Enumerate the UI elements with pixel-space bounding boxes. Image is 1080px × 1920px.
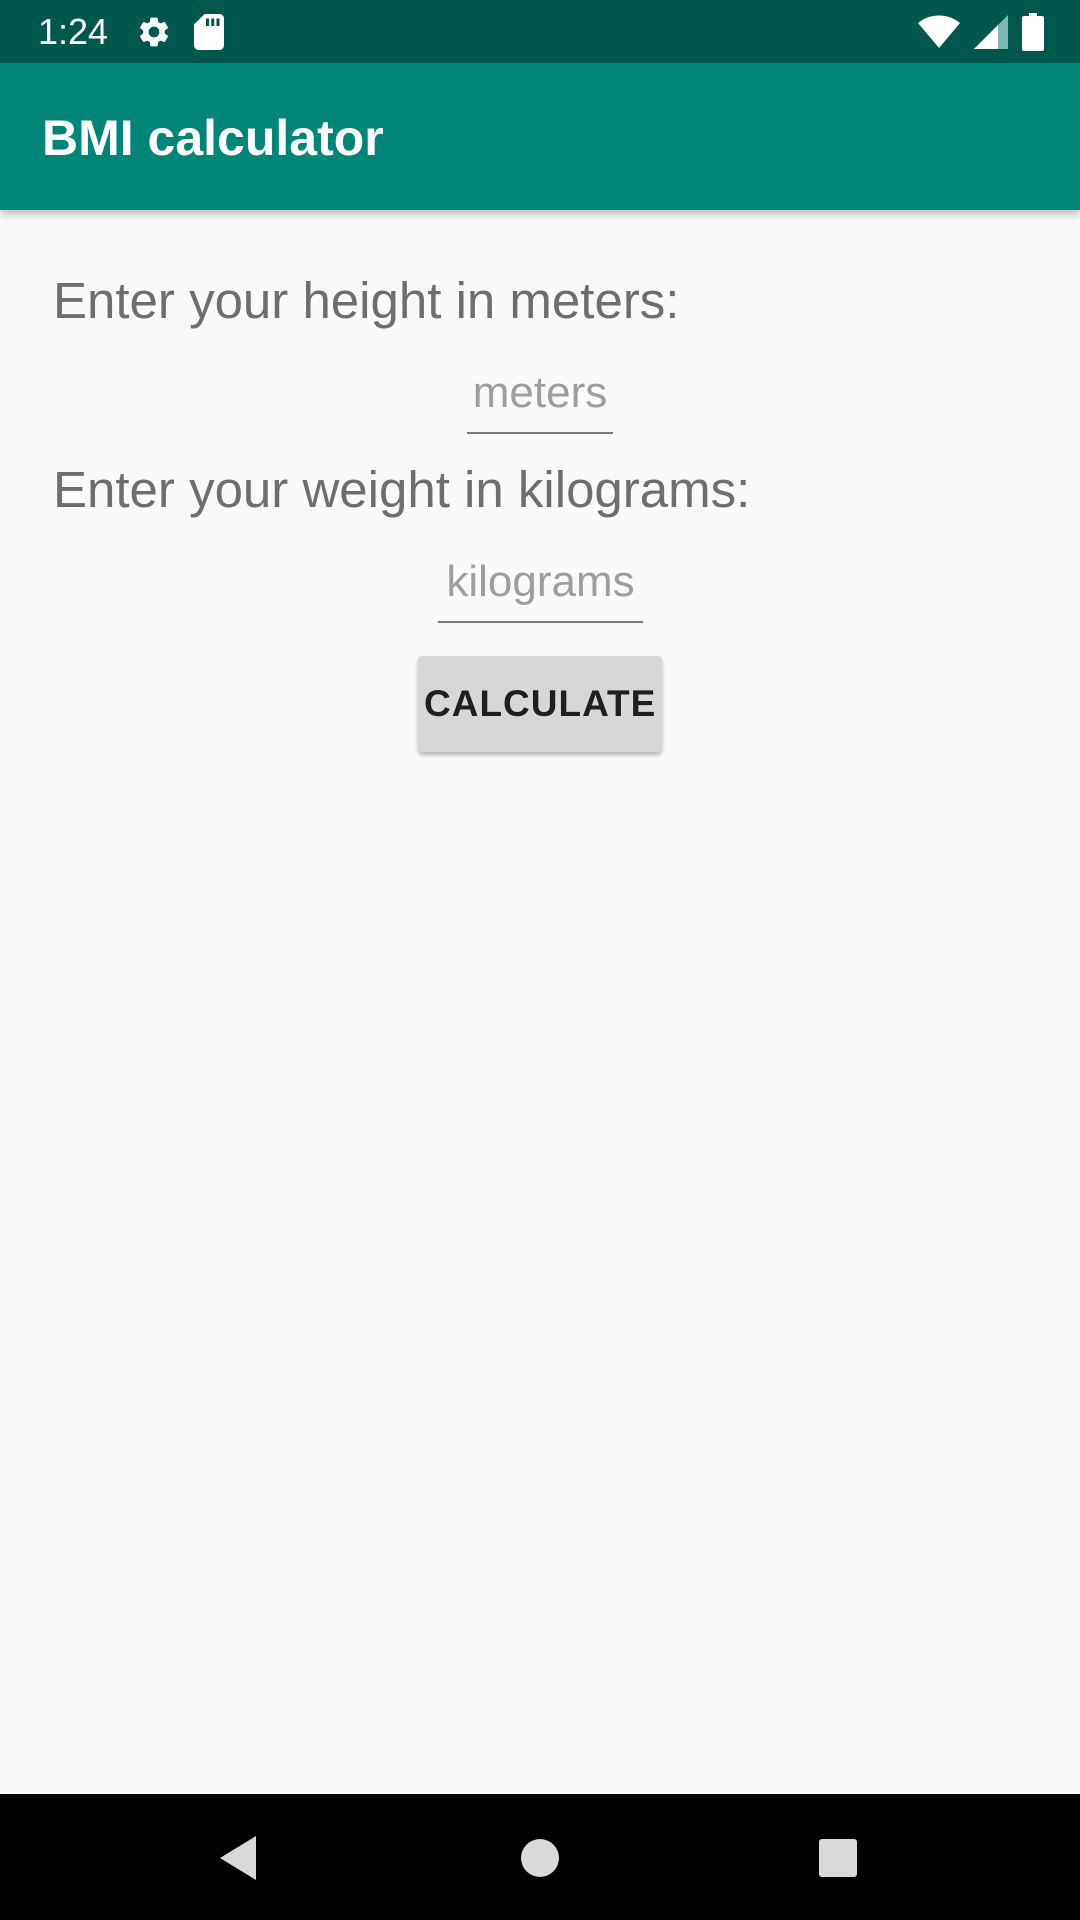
calculate-button[interactable]: CALCULATE bbox=[418, 656, 662, 752]
screen: 1:24 BMI calculator Enter your height in… bbox=[0, 0, 1080, 1920]
app-title: BMI calculator bbox=[42, 110, 384, 166]
app-bar: BMI calculator bbox=[0, 63, 1080, 210]
wifi-icon bbox=[918, 15, 960, 49]
weight-input[interactable] bbox=[438, 555, 643, 623]
recents-icon bbox=[818, 1838, 858, 1878]
status-right-icons bbox=[918, 12, 1044, 52]
status-time: 1:24 bbox=[38, 11, 109, 52]
home-button[interactable] bbox=[512, 1830, 568, 1886]
battery-icon bbox=[1022, 13, 1044, 51]
status-bar: 1:24 bbox=[0, 0, 1080, 63]
settings-icon bbox=[136, 14, 172, 50]
height-input[interactable] bbox=[467, 366, 613, 434]
signal-icon bbox=[974, 15, 1008, 49]
recents-button[interactable] bbox=[810, 1830, 866, 1886]
sd-card-icon bbox=[194, 14, 224, 50]
navigation-bar bbox=[0, 1794, 1080, 1920]
height-label: Enter your height in meters: bbox=[53, 272, 680, 329]
status-left-icons bbox=[136, 12, 224, 52]
home-icon bbox=[520, 1838, 560, 1878]
back-button[interactable] bbox=[210, 1830, 266, 1886]
weight-label: Enter your weight in kilograms: bbox=[53, 461, 751, 518]
back-icon bbox=[216, 1834, 260, 1882]
